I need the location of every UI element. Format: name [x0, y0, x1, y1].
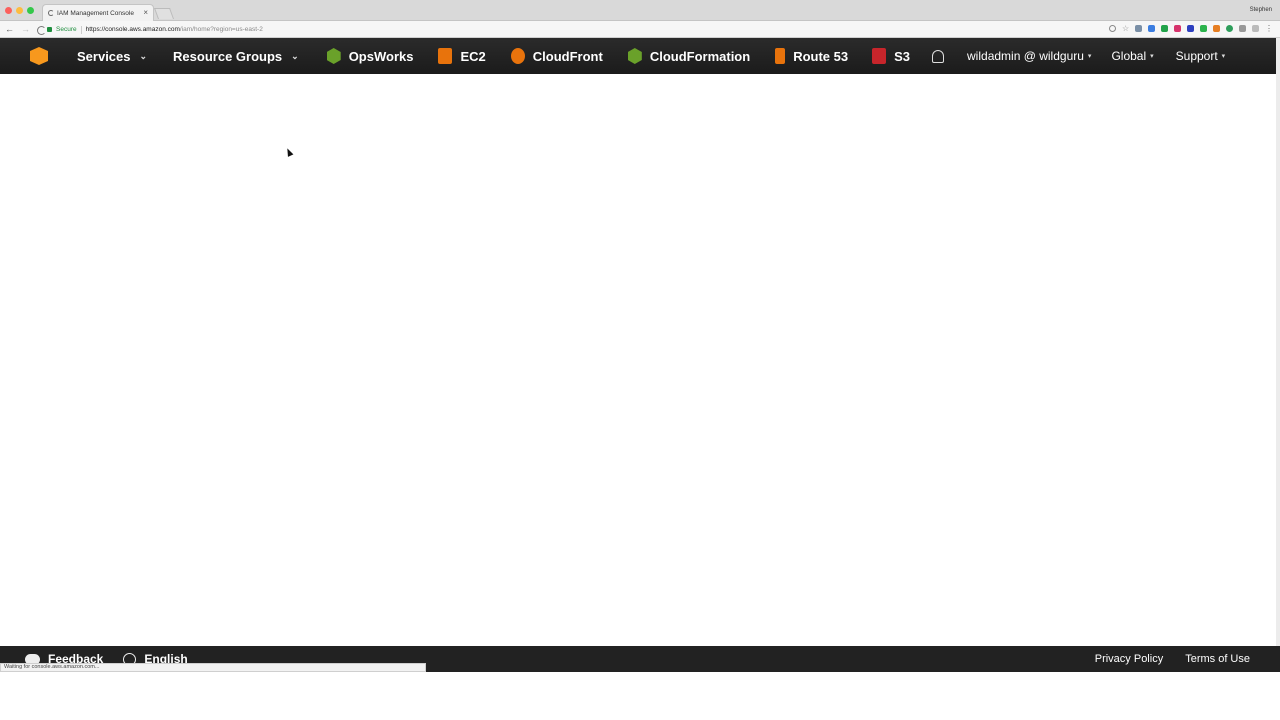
shortcut-cloudfront[interactable]: CloudFront: [510, 38, 603, 74]
opsworks-icon: [326, 48, 341, 64]
tab-close-icon[interactable]: ×: [143, 8, 148, 17]
footer-right: Privacy Policy Terms of Use: [1095, 653, 1250, 665]
region-menu[interactable]: Global ▾: [1111, 38, 1153, 74]
back-button[interactable]: ←: [5, 24, 14, 35]
route53-icon: [775, 48, 786, 64]
shortcut-label: CloudFormation: [649, 48, 751, 64]
close-window-button[interactable]: [5, 7, 12, 14]
shortcut-ec2[interactable]: EC2: [438, 38, 486, 74]
minimize-window-button[interactable]: [16, 7, 23, 14]
menu-dots-icon[interactable]: ⋮: [1265, 25, 1273, 33]
tab-strip: IAM Management Console × Stephen: [0, 0, 1280, 21]
aws-cube-icon[interactable]: [30, 47, 48, 65]
cloudformation-icon: [627, 48, 642, 64]
caret-down-icon: ▾: [1150, 53, 1154, 60]
ec2-icon: [438, 48, 453, 64]
browser-tab-active[interactable]: IAM Management Console ×: [42, 4, 154, 21]
divider: [80, 25, 82, 34]
address-bar: ← → Secure https://console.aws.amazon.co…: [0, 21, 1280, 38]
extension-icon[interactable]: [1187, 25, 1194, 32]
shortcut-label: CloudFront: [532, 48, 603, 64]
url-input[interactable]: Secure https://console.aws.amazon.com /i…: [47, 23, 1107, 36]
tab-title: IAM Management Console: [57, 9, 134, 17]
services-label: Services: [77, 48, 131, 64]
extension-icon[interactable]: [1174, 25, 1181, 32]
shortcut-opsworks[interactable]: OpsWorks: [326, 38, 414, 74]
aws-top-navigation: Services ⌄ Resource Groups ⌄ OpsWorks EC…: [0, 38, 1276, 74]
zoom-icon[interactable]: [1109, 25, 1116, 32]
extension-icon[interactable]: [1226, 25, 1233, 32]
checkmark-extension-icon[interactable]: [1200, 25, 1207, 32]
browser-status-bar: Waiting for console.aws.amazon.com...: [0, 663, 426, 672]
shortcut-cloudformation[interactable]: CloudFormation: [627, 38, 751, 74]
services-menu[interactable]: Services ⌄: [77, 38, 147, 74]
privacy-policy-link[interactable]: Privacy Policy: [1095, 653, 1163, 665]
caret-down-icon: ▾: [1087, 53, 1092, 60]
chevron-down-icon: ⌄: [291, 50, 299, 61]
account-label: wildadmin @ wildguru: [967, 49, 1084, 63]
terms-of-use-link[interactable]: Terms of Use: [1185, 653, 1250, 665]
forward-button[interactable]: →: [21, 24, 30, 35]
extension-icon[interactable]: [1148, 25, 1155, 32]
region-label: Global: [1111, 49, 1147, 63]
extension-icon[interactable]: [1239, 25, 1246, 32]
profile-name[interactable]: Stephen: [1250, 7, 1272, 13]
browser-chrome: IAM Management Console × Stephen ← → Sec…: [0, 0, 1280, 38]
support-menu[interactable]: Support ▾: [1176, 38, 1226, 74]
page-scrollbar[interactable]: [1276, 38, 1280, 646]
loading-spinner-icon: [48, 10, 54, 16]
cloudfront-icon: [510, 48, 525, 64]
lock-icon: [47, 27, 52, 32]
bell-icon: [932, 49, 945, 63]
caret-down-icon: ▾: [1221, 53, 1226, 60]
mouse-pointer-icon: [284, 147, 294, 157]
support-label: Support: [1175, 49, 1218, 63]
new-tab-button[interactable]: [153, 8, 175, 19]
extension-icon[interactable]: [1135, 25, 1142, 32]
shortcut-label: S3: [894, 48, 911, 64]
extensions-bar: ☆ ⋮: [1109, 25, 1273, 33]
stop-loading-icon[interactable]: [37, 26, 46, 35]
url-host: https://console.aws.amazon.com: [85, 26, 180, 33]
resource-groups-label: Resource Groups: [173, 48, 283, 64]
notifications-button[interactable]: [932, 38, 945, 74]
secure-label: Secure: [56, 26, 77, 33]
shortcut-label: Route 53: [793, 48, 849, 64]
bookmark-star-icon[interactable]: ☆: [1122, 25, 1129, 33]
chevron-down-icon: ⌄: [139, 50, 148, 61]
resource-groups-menu[interactable]: Resource Groups ⌄: [173, 38, 299, 74]
account-menu[interactable]: wildadmin @ wildguru ▾: [967, 38, 1091, 74]
shortcut-label: OpsWorks: [348, 48, 414, 64]
shortcut-label: EC2: [460, 48, 486, 64]
shortcut-s3[interactable]: S3: [872, 38, 910, 74]
window-controls: [5, 7, 34, 14]
nav-buttons: ← →: [5, 24, 46, 35]
extension-icon[interactable]: [1161, 25, 1168, 32]
extension-icon[interactable]: [1213, 25, 1220, 32]
zoom-window-button[interactable]: [27, 7, 34, 14]
extension-icon[interactable]: [1252, 25, 1259, 32]
s3-icon: [872, 48, 887, 64]
shortcut-route53[interactable]: Route 53: [775, 38, 848, 74]
url-path: /iam/home?region=us-east-2: [179, 26, 263, 33]
